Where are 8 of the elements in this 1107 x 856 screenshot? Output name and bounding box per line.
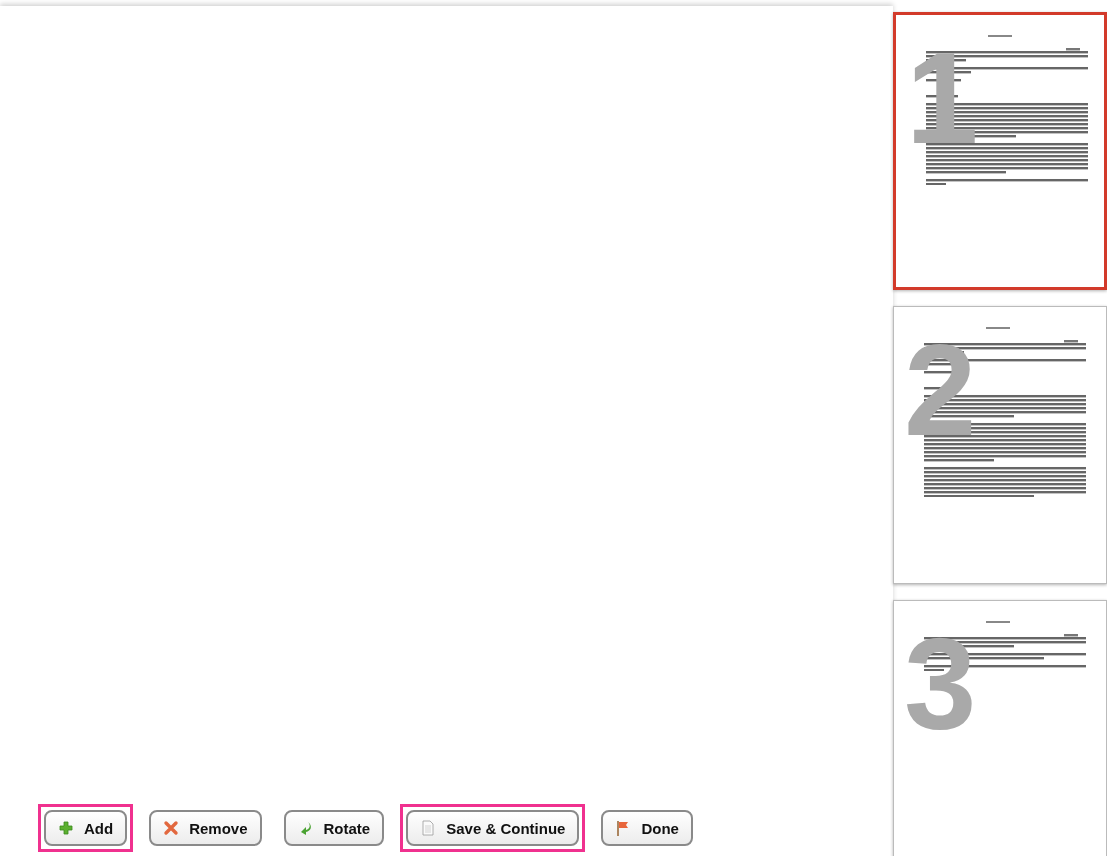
rotate-button[interactable]: Rotate bbox=[283, 810, 385, 846]
document-icon bbox=[420, 820, 437, 836]
save-button[interactable]: Save & Continue bbox=[406, 810, 580, 846]
remove-button[interactable]: Remove bbox=[149, 810, 262, 846]
add-button[interactable]: Add bbox=[44, 810, 128, 846]
cross-icon bbox=[163, 820, 180, 836]
done-button[interactable]: Done bbox=[601, 810, 693, 846]
plus-icon bbox=[58, 820, 74, 836]
